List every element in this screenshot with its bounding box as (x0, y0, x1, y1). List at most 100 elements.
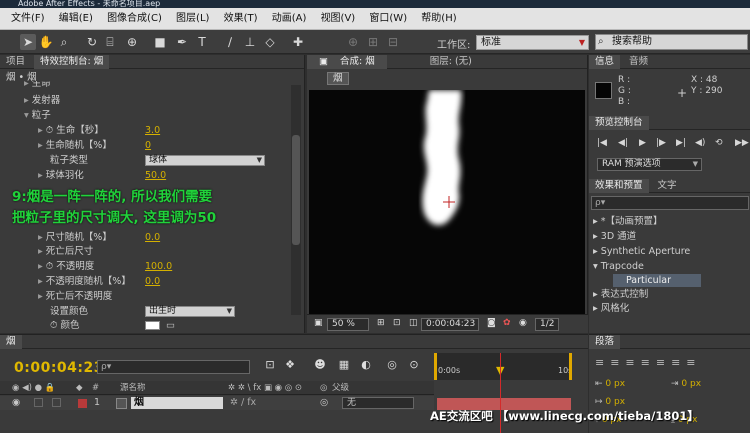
audio-toggle[interactable] (34, 398, 43, 407)
fx-item-stylize[interactable]: ▸ 风格化 (593, 302, 629, 315)
stopwatch-icon[interactable]: ⏱ (46, 125, 53, 136)
workspace-select[interactable]: 标准 (476, 35, 589, 50)
tab-audio[interactable]: 音频 (623, 55, 654, 69)
brush-tool-icon[interactable]: ∕ (222, 34, 238, 50)
comp-name-button[interactable]: 烟 (327, 72, 349, 85)
layer-name[interactable]: 烟 (131, 397, 223, 409)
stopwatch-icon[interactable]: ⏱ (46, 261, 53, 272)
safe-zones-icon[interactable]: ⊞ (373, 318, 389, 331)
prev-frame-icon[interactable]: ◀| (618, 138, 628, 148)
grid-icon[interactable]: ⊡ (389, 318, 405, 331)
param-value[interactable]: 50.0 (145, 169, 166, 182)
scroll-thumb[interactable] (292, 135, 300, 245)
param-value[interactable]: 100.0 (145, 260, 172, 273)
menu-file[interactable]: 文件(F) (11, 8, 45, 30)
tab-character[interactable]: 文字 (652, 179, 683, 193)
menu-layer[interactable]: 图层(L) (176, 8, 209, 30)
param-value[interactable]: 3.0 (145, 124, 160, 137)
tab-project[interactable]: 项目 (0, 55, 31, 69)
param-sphere-feather[interactable]: ▸ 球体羽化 50.0 (38, 169, 288, 182)
fx-item-synthetic-aperture[interactable]: ▸ Synthetic Aperture (593, 245, 690, 258)
param-particle-group[interactable]: ▾ 粒子 (24, 109, 51, 122)
rotate-tool-icon[interactable]: ↻ (84, 34, 100, 50)
indent-right[interactable]: ⇥ 0 px (671, 379, 701, 389)
puppet-pin-tool-icon[interactable]: ✚ (290, 34, 306, 50)
layer-label-color[interactable] (78, 399, 87, 408)
type-tool-icon[interactable]: T (194, 34, 210, 50)
timeline-search-input[interactable]: ρ▾ (97, 360, 250, 374)
solo-toggle[interactable] (52, 398, 61, 407)
menu-animation[interactable]: 动画(A) (272, 8, 307, 30)
set-color-dropdown[interactable]: 出生时 (145, 306, 235, 317)
draft-3d-icon[interactable]: ❖ (282, 357, 298, 373)
timeline-timecode[interactable]: 0:00:04:23 (14, 360, 104, 376)
clone-stamp-tool-icon[interactable]: ⊥ (242, 34, 258, 50)
eraser-tool-icon[interactable]: ◇ (262, 34, 278, 50)
indent-first[interactable]: ↦ 0 px (595, 397, 625, 407)
param-value[interactable]: 0.0 (145, 231, 160, 244)
tab-preview[interactable]: 预览控制台 (589, 116, 649, 130)
resolution-dropdown[interactable]: 1/2 (535, 318, 559, 331)
comp-timecode[interactable]: 0:00:04:23 (421, 318, 479, 331)
snapshot-icon[interactable]: ◙ (483, 318, 500, 331)
effects-search-input[interactable]: ρ▾ (591, 196, 749, 210)
menu-help[interactable]: 帮助(H) (421, 8, 456, 30)
search-help-input[interactable]: ⌕ 搜索帮助 (595, 34, 748, 50)
ram-preview-icon[interactable]: ▶▶ (735, 138, 749, 148)
tab-info[interactable]: 信息 (589, 55, 621, 69)
effect-controls-scrollbar[interactable] (291, 85, 301, 315)
last-frame-icon[interactable]: ▶| (676, 138, 686, 148)
param-size-over-life[interactable]: ▸ 死亡后尺寸 (38, 245, 93, 258)
next-frame-icon[interactable]: |▶ (656, 138, 666, 148)
layer-switches-icon[interactable]: ✲ ∕ fx (230, 396, 256, 410)
fx-item-trapcode[interactable]: ▾ Trapcode (593, 260, 644, 273)
tab-layer[interactable]: 图层: (无) (424, 55, 478, 69)
menu-edit[interactable]: 编辑(E) (59, 8, 93, 30)
ram-preview-options-dropdown[interactable]: RAM 预演选项 (597, 158, 702, 171)
menu-effect[interactable]: 效果(T) (224, 8, 258, 30)
fx-item-particular[interactable]: Particular (613, 274, 701, 287)
show-channel-icon[interactable]: ◉ (515, 318, 531, 331)
param-size-random[interactable]: ▸ 尺寸随机【%】 0.0 (38, 231, 288, 244)
fx-item-expression-controls[interactable]: ▸ 表达式控制 (593, 288, 648, 301)
param-value[interactable]: 0.0 (145, 275, 160, 288)
menu-composition[interactable]: 图像合成(C) (107, 8, 162, 30)
color-channels-icon[interactable]: ✿ (499, 318, 515, 331)
tab-paragraph[interactable]: 段落 (589, 335, 621, 349)
param-life-random[interactable]: ▸ 生命随机【%】 0 (38, 139, 288, 152)
stopwatch-icon[interactable]: ⏱ (50, 320, 57, 331)
comp-mini-flowchart-icon[interactable]: ⊡ (262, 357, 278, 373)
play-icon[interactable]: ▶ (639, 138, 646, 148)
param-particle-type[interactable]: 粒子类型 球体 (50, 154, 290, 167)
always-preview-icon[interactable]: ▣ (310, 318, 327, 331)
param-life-seconds[interactable]: ▸ ⏱ 生命【秒】 3.0 (38, 124, 288, 137)
frame-blending-icon[interactable]: ▦ (336, 357, 352, 373)
motion-blur-icon[interactable]: ◐ (358, 357, 374, 373)
magnification-dropdown[interactable]: 50 % (327, 318, 369, 331)
pan-behind-tool-icon[interactable]: ⊕ (124, 34, 140, 50)
param-color[interactable]: ⏱ 颜色 ▭ (50, 319, 290, 332)
indent-left[interactable]: ⇤ 0 px (595, 379, 625, 389)
zoom-tool-icon[interactable]: ⌕ (56, 34, 72, 50)
menu-view[interactable]: 视图(V) (321, 8, 356, 30)
mask-visibility-icon[interactable]: ◫ (405, 318, 422, 331)
particle-type-dropdown[interactable]: 球体 (145, 155, 265, 166)
tab-effects-presets[interactable]: 效果和预置 (589, 179, 649, 193)
audio-icon[interactable]: ◀) (695, 138, 705, 148)
video-toggle-icon[interactable]: ◉ (12, 396, 20, 410)
camera-tool-icon[interactable]: ⌸ (102, 34, 118, 50)
param-set-color[interactable]: 设置颜色 出生时 (50, 305, 290, 318)
parent-pickwhip-icon[interactable]: ◎ (320, 396, 328, 410)
tab-composition[interactable]: ▣ 合成: 烟 (307, 55, 387, 69)
loop-icon[interactable]: ⟲ (715, 138, 723, 148)
time-ruler[interactable]: 0:00s 10s ▼ (434, 353, 572, 380)
source-name-header[interactable]: 源名称 (120, 381, 146, 395)
layer-row[interactable]: ◉ 1 烟 ✲ ∕ fx ◎ 无 (0, 396, 434, 410)
param-value[interactable]: 0 (145, 139, 151, 152)
param-emitter-group[interactable]: ▸ 发射器 (24, 94, 60, 107)
graph-editor-icon[interactable]: ◎ (384, 357, 400, 373)
menu-window[interactable]: 窗口(W) (369, 8, 407, 30)
fx-item-3d-channel[interactable]: ▸ 3D 通道 (593, 230, 636, 243)
param-opacity-over-life[interactable]: ▸ 死亡后不透明度 (38, 290, 112, 303)
work-area-start-handle[interactable] (434, 353, 437, 380)
